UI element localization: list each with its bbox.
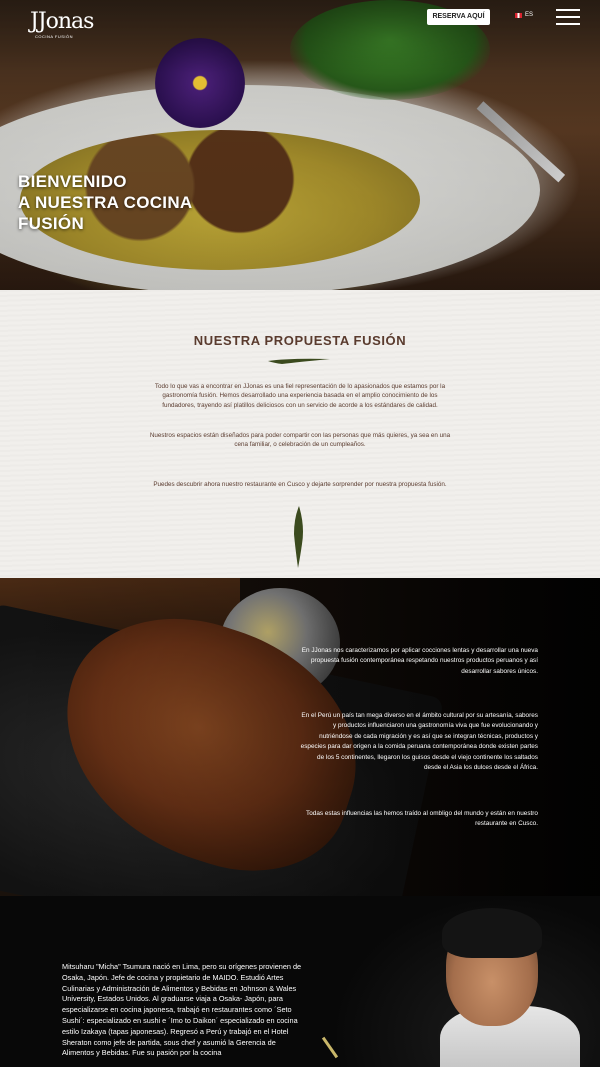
steak-paragraph-3: Todas estas influencias las hemos traído… xyxy=(306,810,538,828)
logo-mark: JJonas xyxy=(30,9,94,34)
hero-title-line2: A NUESTRA COCINA xyxy=(18,193,193,212)
menu-hamburger-icon[interactable] xyxy=(556,8,580,26)
chef-bio: Mitsuharu "Micha" Tsumura nació en Lima,… xyxy=(62,962,302,1058)
steak-section: En JJonas nos caracterizamos por aplicar… xyxy=(0,578,600,896)
leaf-divider-icon xyxy=(268,358,330,364)
leaf-vertical-icon xyxy=(294,506,303,568)
reserve-button[interactable]: RESERVA AQUÍ xyxy=(427,9,490,25)
propuesta-paragraph-3: Puedes descubrir ahora nuestro restauran… xyxy=(153,481,447,488)
section-title: NUESTRA PROPUESTA FUSIÓN xyxy=(193,333,407,348)
language-selector[interactable]: ES xyxy=(515,12,533,18)
logo-subtext: COCINA FUSIÓN xyxy=(34,34,74,39)
steak-paragraph-1: En JJonas nos caracterizamos por aplicar… xyxy=(301,647,538,675)
propuesta-paragraph-2: Nuestros espacios están diseñados para p… xyxy=(149,432,451,449)
logo[interactable]: JJonas COCINA FUSIÓN xyxy=(30,9,94,40)
propuesta-paragraph-1: Todo lo que vas a encontrar en JJonas es… xyxy=(154,383,446,409)
propuesta-section: NUESTRA PROPUESTA FUSIÓN Todo lo que vas… xyxy=(0,290,600,578)
hero-title-line1: BIENVENIDO xyxy=(18,172,127,191)
chef-section: Mitsuharu "Micha" Tsumura nació en Lima,… xyxy=(0,896,600,1067)
peru-flag-icon xyxy=(515,12,522,18)
hero-title-line3: FUSIÓN xyxy=(18,214,85,233)
hero-section: JJonas COCINA FUSIÓN RESERVA AQUÍ ES BIE… xyxy=(0,0,600,290)
steak-paragraph-2: En el Perú un país tan mega diverso en e… xyxy=(300,712,538,772)
language-label: ES xyxy=(525,12,534,18)
hero-title: BIENVENIDO A NUESTRA COCINA FUSIÓN xyxy=(18,171,218,234)
